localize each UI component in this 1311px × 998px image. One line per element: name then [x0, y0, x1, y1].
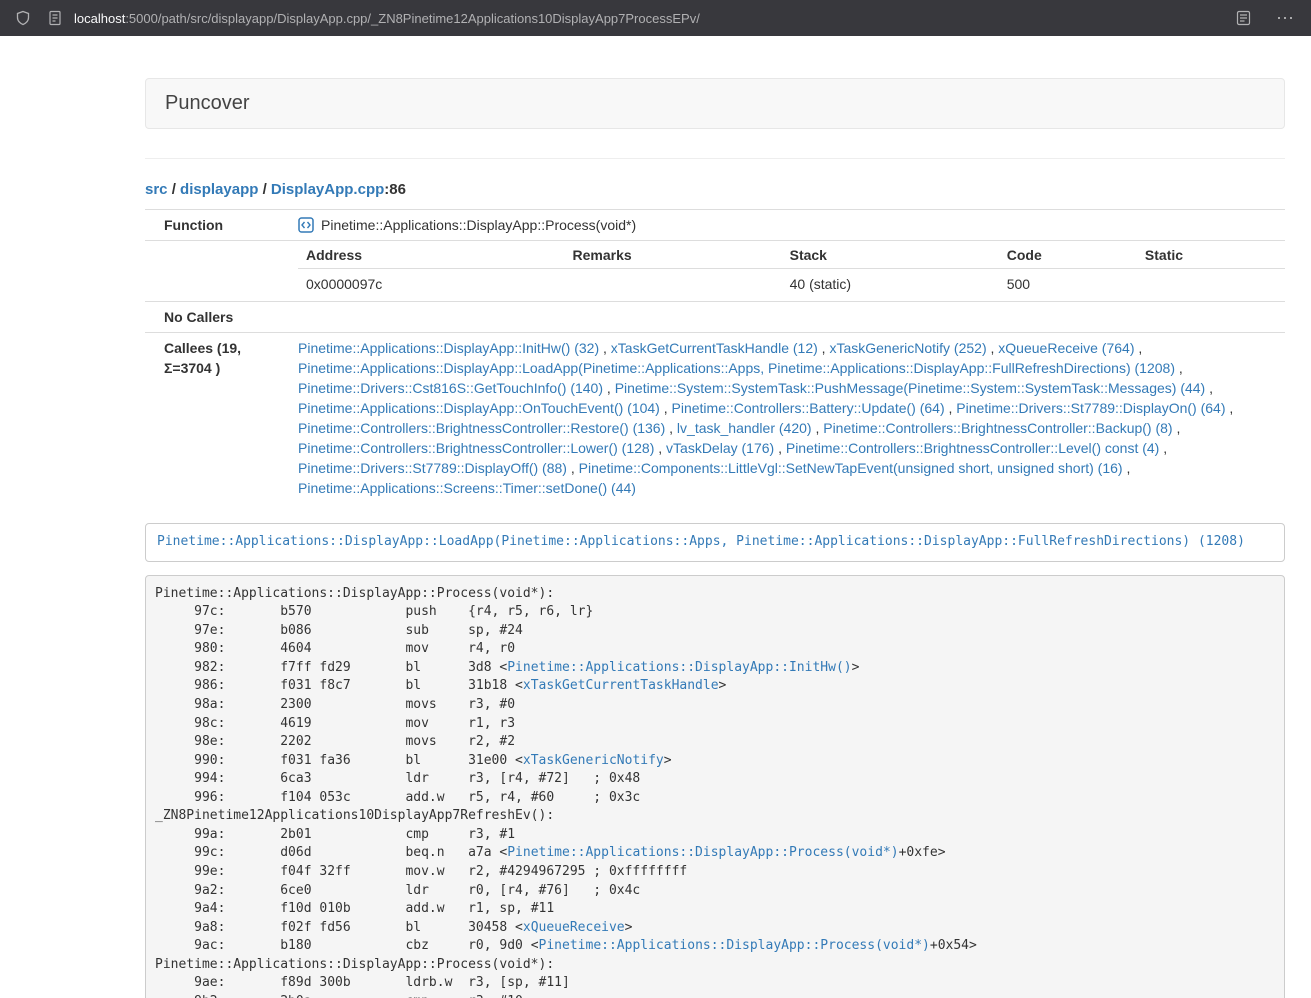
brand-link[interactable]: Puncover — [165, 92, 250, 115]
page-container: Puncover src / displayapp / DisplayApp.c… — [145, 78, 1285, 998]
column-header-code: Code — [999, 243, 1137, 269]
callee-separator: , — [654, 440, 666, 456]
current-symbol-box: Pinetime::Applications::DisplayApp::Load… — [145, 523, 1285, 562]
divider — [145, 158, 1285, 159]
url-bar[interactable]: localhost:5000/path/src/displayapp/Displ… — [44, 7, 1216, 29]
callee-separator: , — [1226, 400, 1234, 416]
breadcrumb-link[interactable]: DisplayApp.cpp — [271, 181, 384, 198]
function-name: Pinetime::Applications::DisplayApp::Proc… — [321, 217, 636, 233]
callee-separator: , — [1134, 340, 1142, 356]
breadcrumb-link[interactable]: src — [145, 181, 168, 198]
callee-link[interactable]: Pinetime::Applications::DisplayApp::Init… — [298, 340, 599, 356]
callee-separator: , — [1173, 420, 1181, 436]
callee-separator: , — [818, 340, 830, 356]
callee-link[interactable]: xTaskGetCurrentTaskHandle (12) — [611, 340, 818, 356]
breadcrumb-separator: / — [168, 181, 181, 198]
column-header-static: Static — [1137, 243, 1285, 269]
column-header-remarks: Remarks — [564, 243, 781, 269]
callee-separator: , — [1175, 360, 1183, 376]
callee-link[interactable]: Pinetime::Controllers::BrightnessControl… — [823, 420, 1172, 436]
callee-separator: , — [599, 340, 611, 356]
page-icon — [44, 7, 66, 29]
app-navbar: Puncover — [145, 78, 1285, 129]
callee-link[interactable]: Pinetime::Applications::Screens::Timer::… — [298, 480, 636, 496]
callee-link[interactable]: Pinetime::Controllers::BrightnessControl… — [298, 420, 665, 436]
disassembly-symbol-link[interactable]: xTaskGenericNotify — [523, 753, 664, 768]
callee-separator: , — [567, 460, 579, 476]
callee-separator: , — [660, 400, 672, 416]
browser-toolbar: localhost:5000/path/src/displayapp/Displ… — [0, 0, 1311, 36]
callee-separator: , — [665, 420, 677, 436]
callee-link[interactable]: Pinetime::Controllers::BrightnessControl… — [786, 440, 1159, 456]
breadcrumb: src / displayapp / DisplayApp.cpp:86 — [145, 180, 1285, 199]
callee-link[interactable]: lv_task_handler (420) — [677, 420, 812, 436]
reader-view-icon[interactable] — [1232, 7, 1254, 29]
column-header-address: Address — [298, 243, 564, 269]
callee-separator: , — [945, 400, 957, 416]
disassembly-symbol-link[interactable]: xTaskGetCurrentTaskHandle — [523, 678, 719, 693]
cell-remarks — [564, 269, 781, 300]
no-callers-label: No Callers — [145, 302, 290, 333]
breadcrumb-separator: / — [258, 181, 271, 198]
callees-label: Callees (19, Σ=3704 ) — [145, 333, 290, 504]
details-label-spacer — [145, 241, 290, 302]
callee-link[interactable]: Pinetime::Applications::DisplayApp::Load… — [298, 360, 1175, 376]
cell-static — [1137, 269, 1285, 300]
details-header-row: Address Remarks Stack Code Static — [298, 243, 1285, 269]
details-row: Address Remarks Stack Code Static 0x0000… — [145, 241, 1285, 302]
callee-separator: , — [603, 380, 615, 396]
function-row: Function Pinetime::Applications::Display… — [145, 210, 1285, 241]
cell-code: 500 — [999, 269, 1137, 300]
no-callers-value — [290, 302, 1285, 333]
table-row: 0x0000097c 40 (static) 500 — [298, 269, 1285, 300]
column-header-stack: Stack — [782, 243, 999, 269]
breadcrumb-line-number: :86 — [384, 181, 406, 198]
callee-link[interactable]: Pinetime::Applications::DisplayApp::OnTo… — [298, 400, 660, 416]
function-table: Function Pinetime::Applications::Display… — [145, 209, 1285, 503]
shield-icon[interactable] — [12, 7, 34, 29]
disassembly-code: Pinetime::Applications::DisplayApp::Proc… — [145, 575, 1285, 998]
callee-separator: , — [1159, 440, 1167, 456]
menu-icon[interactable]: ⋯ — [1272, 9, 1299, 27]
callee-link[interactable]: Pinetime::Components::LittleVgl::SetNewT… — [579, 460, 1123, 476]
callee-separator: , — [774, 440, 786, 456]
callee-separator: , — [1123, 460, 1131, 476]
callee-link[interactable]: Pinetime::Drivers::Cst816S::GetTouchInfo… — [298, 380, 603, 396]
callee-separator: , — [987, 340, 999, 356]
callee-link[interactable]: Pinetime::System::SystemTask::PushMessag… — [615, 380, 1206, 396]
callee-link[interactable]: Pinetime::Drivers::St7789::DisplayOff() … — [298, 460, 567, 476]
no-callers-row: No Callers — [145, 302, 1285, 333]
callee-link[interactable]: vTaskDelay (176) — [666, 440, 774, 456]
disassembly-symbol-link[interactable]: Pinetime::Applications::DisplayApp::Proc… — [539, 938, 930, 953]
breadcrumb-link[interactable]: displayapp — [180, 181, 258, 198]
disassembly-symbol-link[interactable]: Pinetime::Applications::DisplayApp::Init… — [507, 660, 851, 675]
cell-stack: 40 (static) — [782, 269, 999, 300]
callee-link[interactable]: Pinetime::Drivers::St7789::DisplayOn() (… — [956, 400, 1225, 416]
url-text: localhost:5000/path/src/displayapp/Displ… — [74, 11, 700, 26]
callee-separator: , — [1205, 380, 1213, 396]
callee-link[interactable]: xTaskGenericNotify (252) — [829, 340, 986, 356]
callees-row: Callees (19, Σ=3704 ) Pinetime::Applicat… — [145, 333, 1285, 504]
function-details-table: Address Remarks Stack Code Static 0x0000… — [298, 243, 1285, 299]
function-label: Function — [145, 210, 290, 241]
callees-list: Pinetime::Applications::DisplayApp::Init… — [290, 333, 1285, 504]
disassembly-symbol-link[interactable]: xQueueReceive — [523, 920, 625, 935]
url-host: localhost — [74, 11, 125, 26]
callee-link[interactable]: Pinetime::Controllers::BrightnessControl… — [298, 440, 654, 456]
function-icon — [298, 217, 314, 233]
symbol-link[interactable]: Pinetime::Applications::DisplayApp::Load… — [157, 534, 1245, 549]
disassembly-symbol-link[interactable]: Pinetime::Applications::DisplayApp::Proc… — [507, 845, 898, 860]
callee-link[interactable]: Pinetime::Controllers::Battery::Update()… — [672, 400, 945, 416]
url-path: :5000/path/src/displayapp/DisplayApp.cpp… — [125, 11, 700, 26]
callee-separator: , — [812, 420, 824, 436]
cell-address: 0x0000097c — [298, 269, 564, 300]
callee-link[interactable]: xQueueReceive (764) — [998, 340, 1134, 356]
